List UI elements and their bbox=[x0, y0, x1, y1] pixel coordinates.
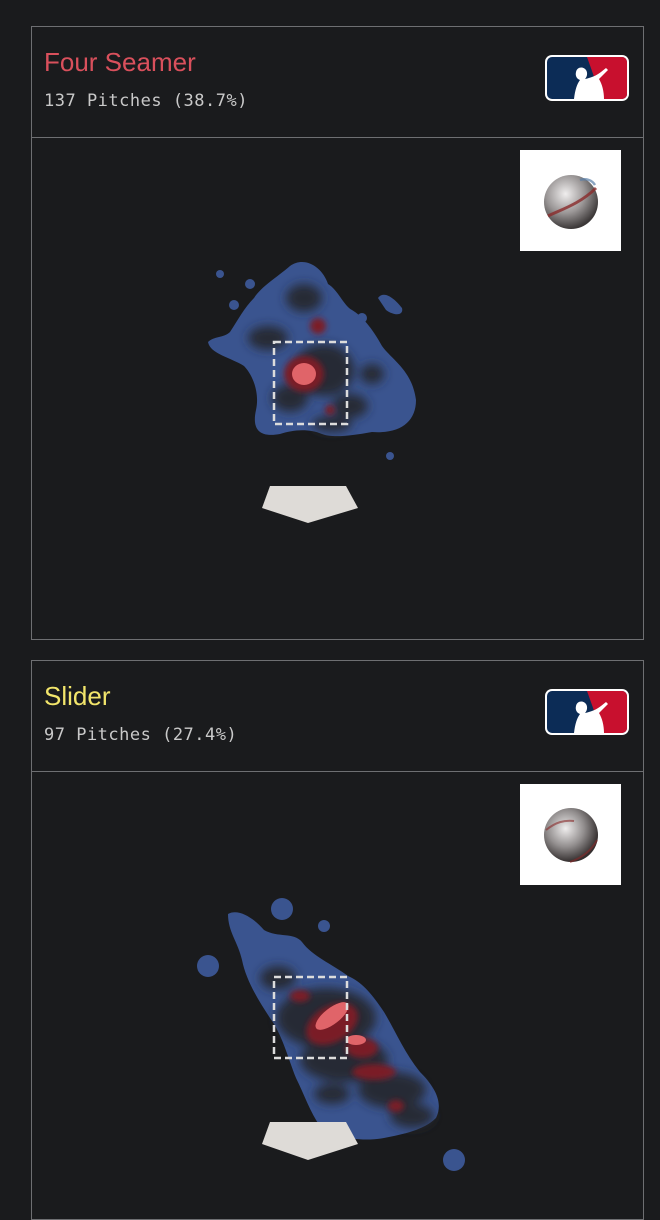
pitch-card-four-seamer: Four Seamer 137 Pitches (38.7%) bbox=[31, 26, 644, 640]
pitch-name: Slider bbox=[44, 681, 111, 711]
mlb-logo-icon bbox=[545, 55, 629, 101]
mlb-logo-icon bbox=[545, 689, 629, 735]
heat-region-peak bbox=[292, 363, 316, 385]
pitch-count: 137 Pitches (38.7%) bbox=[44, 91, 248, 111]
heatmap-svg bbox=[197, 898, 465, 1171]
pitch-location-plot bbox=[32, 138, 643, 640]
pitch-name: Four Seamer bbox=[44, 47, 196, 77]
pitch-card-slider: Slider 97 Pitches (27.4%) bbox=[31, 660, 644, 1220]
home-plate bbox=[262, 486, 358, 523]
card-header: Slider 97 Pitches (27.4%) bbox=[32, 661, 643, 772]
pitch-count: 97 Pitches (27.4%) bbox=[44, 725, 238, 745]
heatmap-density bbox=[208, 262, 416, 460]
pitch-location-plot bbox=[32, 772, 643, 1220]
card-header: Four Seamer 137 Pitches (38.7%) bbox=[32, 27, 643, 138]
heatmap-svg bbox=[208, 262, 416, 523]
home-plate bbox=[262, 1122, 358, 1160]
